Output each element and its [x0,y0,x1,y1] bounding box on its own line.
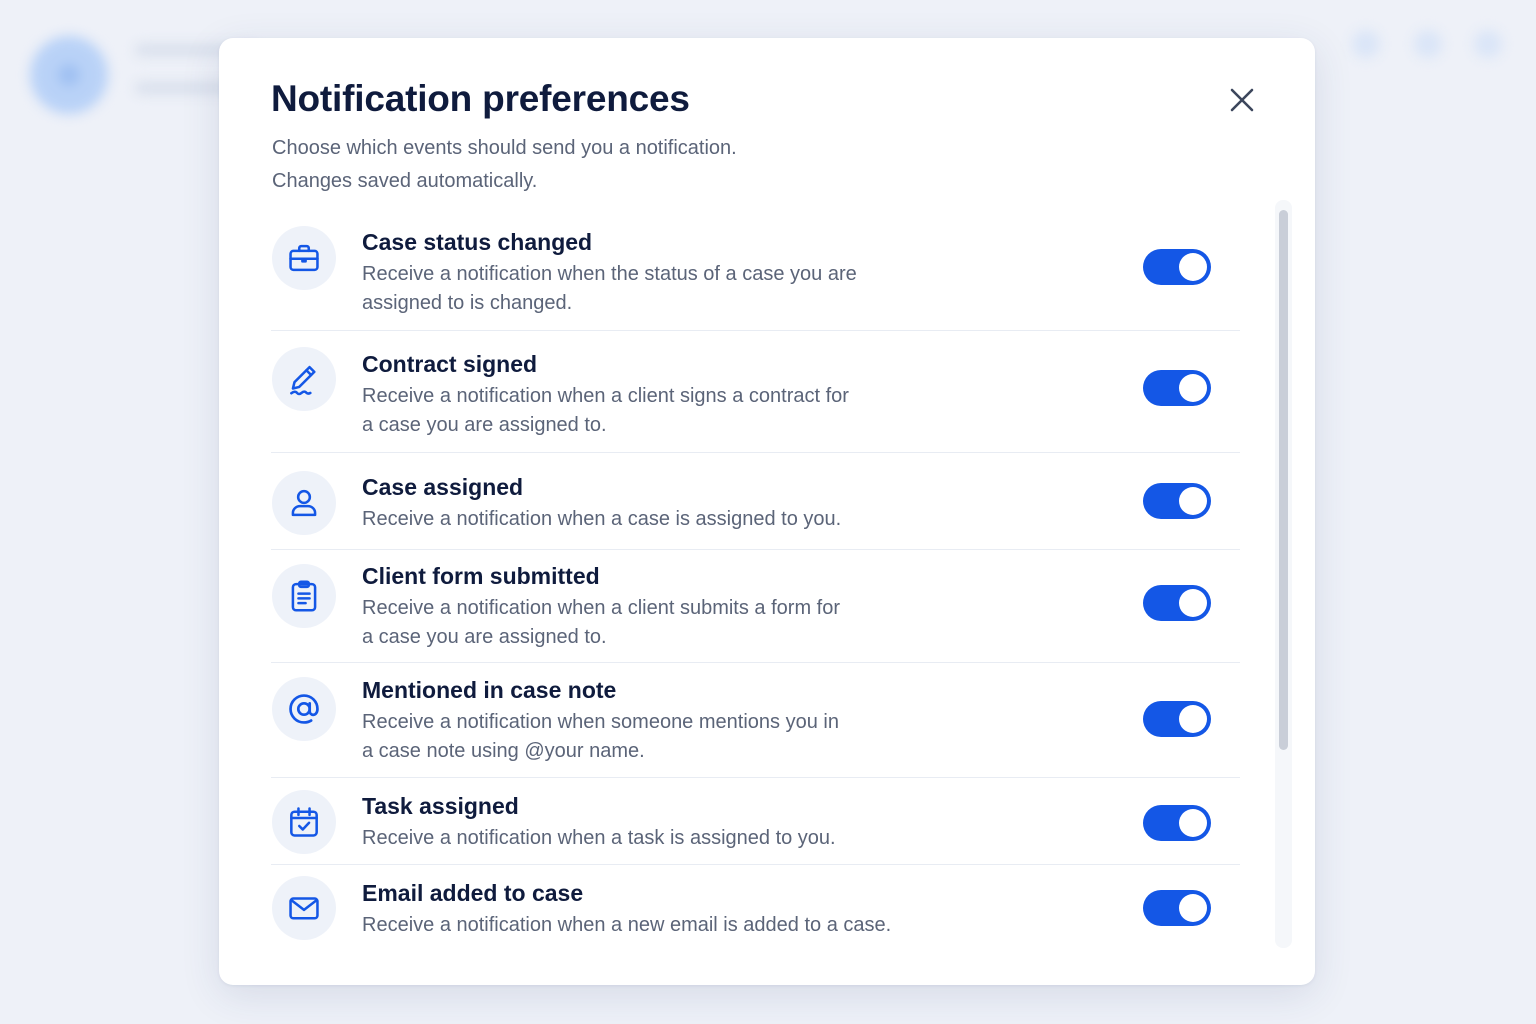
row-description: Receive a notification when a case is as… [362,505,882,534]
subtitle-line: Choose which events should send you a no… [272,137,737,159]
dialog-subtitle: Choose which events should send you a no… [272,132,737,198]
background-avatar [30,36,108,114]
row-title: Client form submitted [362,563,600,589]
scrollbar-track[interactable] [1275,200,1292,948]
toggle-knob [1179,809,1207,837]
background-icon [1474,30,1502,58]
row-description-line: Receive a notification when a case is as… [362,508,842,530]
row-description-line: Receive a notification when a task is as… [362,827,836,849]
notification-row-client-form-submitted: Client form submitted Receive a notifica… [271,550,1240,663]
at-sign-icon [272,677,336,741]
toggle-case-status-changed[interactable] [1143,249,1211,285]
row-description-line: Receive a notification when the status o… [362,263,857,285]
scrollbar-thumb[interactable] [1279,210,1288,750]
close-button[interactable] [1222,80,1262,120]
briefcase-icon [272,226,336,290]
toggle-knob [1179,487,1207,515]
notification-row-contract-signed: Contract signed Receive a notification w… [271,331,1240,453]
dialog-title: Notification preferences [271,78,690,119]
clipboard-icon [272,564,336,628]
signature-pen-icon [272,347,336,411]
row-description-line: Receive a notification when a new email … [362,914,892,936]
toggle-knob [1179,589,1207,617]
row-description: Receive a notification when a client sub… [362,594,882,652]
row-title: Email added to case [362,880,584,906]
row-title: Case assigned [362,474,524,500]
row-description: Receive a notification when the status o… [362,260,882,318]
toggle-knob [1179,374,1207,402]
row-title: Case status changed [362,229,593,255]
toggle-knob [1179,705,1207,733]
mail-icon [272,876,336,940]
row-description-line: Receive a notification when someone ment… [362,711,839,733]
row-title: Contract signed [362,351,538,377]
close-icon [1230,88,1254,112]
toggle-task-assigned[interactable] [1143,805,1211,841]
row-description: Receive a notification when a task is as… [362,824,882,853]
toggle-knob [1179,253,1207,281]
toggle-email-added-to-case[interactable] [1143,890,1211,926]
toggle-contract-signed[interactable] [1143,370,1211,406]
toggle-mentioned-in-case-note[interactable] [1143,701,1211,737]
row-description-line: a case you are assigned to. [362,626,607,648]
row-title: Task assigned [362,793,519,819]
toggle-client-form-submitted[interactable] [1143,585,1211,621]
row-description-line: Receive a notification when a client sub… [362,597,840,619]
toggle-knob [1179,894,1207,922]
notification-row-mentioned-in-case-note: Mentioned in case note Receive a notific… [271,663,1240,778]
row-description-line: assigned to is changed. [362,292,573,314]
calendar-check-icon [272,790,336,854]
row-description: Receive a notification when a new email … [362,911,962,940]
row-description-line: a case you are assigned to. [362,414,607,436]
notification-row-task-assigned: Task assigned Receive a notification whe… [271,778,1240,865]
notification-row-email-added-to-case: Email added to case Receive a notificati… [271,865,1240,955]
background-icon [1414,30,1442,58]
notification-preferences-dialog: Notification preferences Choose which ev… [219,38,1315,985]
notification-row-case-status-changed: Case status changed Receive a notificati… [271,223,1240,331]
row-title: Mentioned in case note [362,677,617,703]
row-description: Receive a notification when someone ment… [362,708,882,766]
subtitle-line: Changes saved automatically. [272,170,538,192]
row-description-line: a case note using @your name. [362,740,645,762]
user-icon [272,471,336,535]
background-icon [1352,30,1380,58]
row-description-line: Receive a notification when a client sig… [362,385,849,407]
notification-row-case-assigned: Case assigned Receive a notification whe… [271,453,1240,550]
toggle-case-assigned[interactable] [1143,483,1211,519]
row-description: Receive a notification when a client sig… [362,382,882,440]
